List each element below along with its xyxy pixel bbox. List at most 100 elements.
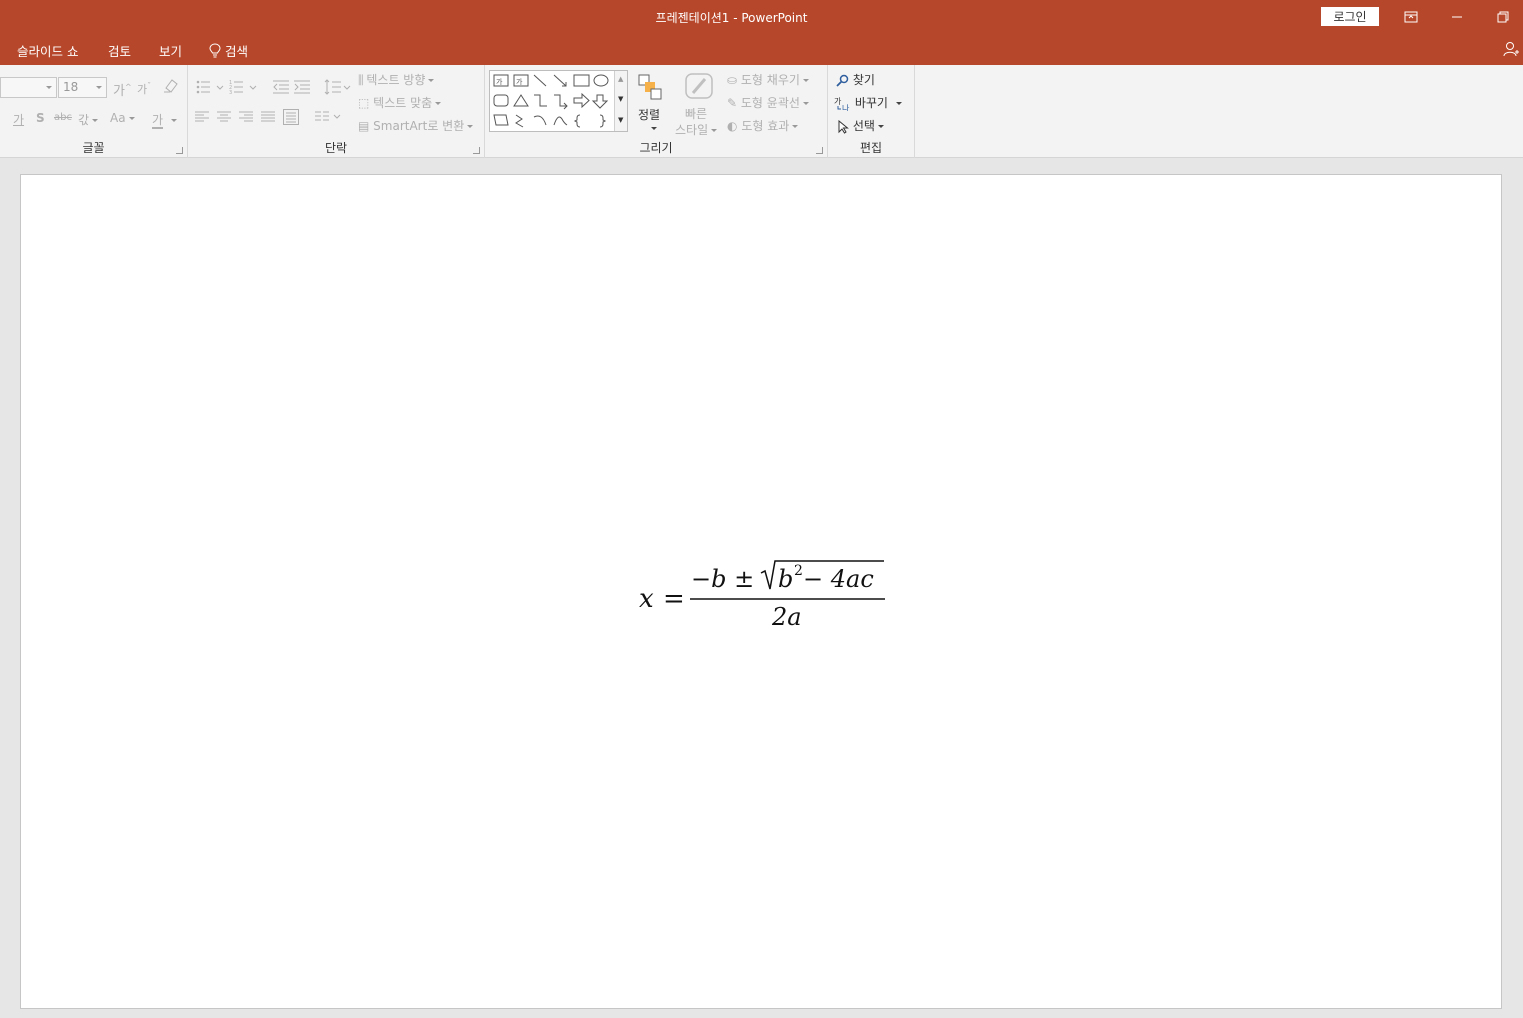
pen-icon: ✎ <box>727 96 738 110</box>
text-shadow-button[interactable]: S <box>36 111 45 125</box>
restore-icon <box>1497 11 1509 22</box>
font-size-dropdown-icon <box>96 86 102 89</box>
columns-icon[interactable] <box>315 111 343 123</box>
font-color-label: 가 <box>152 113 164 129</box>
tab-review[interactable]: 검토 <box>108 41 131 60</box>
character-spacing-label: 갃 <box>78 113 90 127</box>
minimize-icon <box>1452 16 1462 17</box>
ribbon: 18 가^ 가ˇ 가 S abc 갃 Aa 가 글꼴 123 ⫼ 텍스트 방향 … <box>0 65 1523 158</box>
font-name-combo[interactable] <box>0 77 57 98</box>
search-tell-me[interactable]: 검색 <box>209 41 248 60</box>
character-spacing-button[interactable]: 갃 <box>78 111 99 128</box>
align-left-icon[interactable] <box>195 111 209 123</box>
arrange-label: 정렬 <box>638 108 661 122</box>
quick-styles-label-line1: 빠른 <box>685 107 708 121</box>
gallery-down-icon[interactable]: ▼ <box>618 95 623 103</box>
lightbulb-icon <box>209 43 221 58</box>
font-color-button[interactable]: 가 <box>152 111 178 129</box>
login-button[interactable]: 로그인 <box>1321 7 1379 26</box>
decrease-indent-icon[interactable] <box>272 79 290 95</box>
quick-styles-button[interactable]: 빠른 스타일 <box>673 71 721 137</box>
tab-view[interactable]: 보기 <box>159 41 182 60</box>
shape-fill-label: 도형 채우기 <box>740 73 800 87</box>
grow-font-button[interactable]: 가^ <box>113 80 132 99</box>
paragraph-group: 123 ⫼ 텍스트 방향 ⬚ 텍스트 맞춤 ▤ SmartArt로 변환 단락 <box>188 65 485 158</box>
title-bar: 프레젠테이션1 - PowerPoint 로그인 <box>0 0 1523 33</box>
text-direction-icon: ⫼ <box>358 73 363 87</box>
cursor-arrow-icon <box>838 119 849 134</box>
align-text-icon: ⬚ <box>358 96 370 110</box>
drawing-group-label: 그리기 <box>639 141 673 155</box>
gallery-more-icon[interactable]: ▼ <box>618 116 623 124</box>
shape-outline-button[interactable]: ✎ 도형 윤곽선 <box>727 94 809 111</box>
find-label: 찾기 <box>852 73 875 87</box>
quadratic-formula[interactable]: x = −b ± b 2 − 4ac 2a <box>637 559 897 639</box>
tab-slideshow[interactable]: 슬라이드 쇼 <box>17 41 78 60</box>
gallery-up-icon[interactable]: ▲ <box>618 75 623 83</box>
restore-button[interactable] <box>1480 0 1523 33</box>
shrink-font-label: 가 <box>137 83 148 96</box>
change-case-button[interactable]: Aa <box>110 111 135 125</box>
font-size-value: 18 <box>63 80 79 94</box>
align-text-label: 텍스트 맞춤 <box>373 96 433 110</box>
font-group: 18 가^ 가ˇ 가 S abc 갃 Aa 가 글꼴 <box>0 65 188 158</box>
magnifier-icon <box>836 74 849 87</box>
paragraph-dialog-launcher[interactable] <box>473 147 480 154</box>
shrink-font-button[interactable]: 가ˇ <box>137 81 151 97</box>
clear-formatting-icon[interactable] <box>162 78 180 94</box>
convert-smartart-button[interactable]: ▤ SmartArt로 변환 <box>358 117 474 134</box>
minimize-button[interactable] <box>1434 0 1480 33</box>
equation-lhs: x <box>639 584 654 614</box>
ribbon-display-icon <box>1404 11 1418 22</box>
increase-indent-icon[interactable] <box>293 79 311 95</box>
equation-equals: = <box>663 584 685 614</box>
radicand-b: b <box>778 565 793 593</box>
grow-font-label: 가 <box>113 84 125 99</box>
search-label: 검색 <box>225 44 249 59</box>
svg-text:나: 나 <box>842 104 850 111</box>
numbering-icon[interactable]: 123 <box>229 79 259 95</box>
shapes-gallery[interactable]: 가 가 ▲ ▼ ▼ <box>489 70 628 132</box>
font-group-label: 글꼴 <box>82 141 105 155</box>
align-text-button[interactable]: ⬚ 텍스트 맞춤 <box>358 94 442 111</box>
change-case-label: Aa <box>110 111 126 125</box>
svg-text:가: 가 <box>496 77 503 86</box>
align-right-icon[interactable] <box>239 111 253 123</box>
font-size-combo[interactable]: 18 <box>58 77 107 98</box>
drawing-group: 가 가 ▲ ▼ ▼ 정렬 빠른 스타일 ⛀ 도형 채우기 ✎ 도형 윤곽선 ◐ … <box>485 65 828 158</box>
shape-effects-button[interactable]: ◐ 도형 효과 <box>727 117 799 134</box>
align-center-icon[interactable] <box>217 111 231 123</box>
justify-icon[interactable] <box>261 111 275 123</box>
italic-button[interactable]: 가 <box>13 111 24 128</box>
equation-numerator-prefix: −b ± <box>691 565 754 593</box>
paint-bucket-icon: ⛀ <box>727 73 738 87</box>
replace-button[interactable]: 가나 바꾸기 <box>834 94 902 113</box>
gallery-scrollbar[interactable]: ▲ ▼ ▼ <box>614 71 627 131</box>
quick-styles-label-line2-text: 스타일 <box>675 123 709 137</box>
font-dialog-launcher[interactable] <box>176 147 183 154</box>
distributed-icon[interactable] <box>283 109 299 125</box>
window-title: 프레젠테이션1 - PowerPoint <box>655 11 808 25</box>
drawing-dialog-launcher[interactable] <box>816 147 823 154</box>
smartart-icon: ▤ <box>358 119 370 133</box>
text-direction-label: 텍스트 방향 <box>366 73 426 87</box>
slide-canvas[interactable]: x = −b ± b 2 − 4ac 2a <box>20 174 1502 1009</box>
font-name-dropdown-icon <box>46 86 52 89</box>
equation-denominator: 2a <box>771 603 802 631</box>
shape-outline-label: 도형 윤곽선 <box>740 96 800 110</box>
share-user-icon[interactable] <box>1503 41 1519 57</box>
svg-text:3: 3 <box>229 90 232 95</box>
arrange-icon <box>638 74 662 100</box>
find-button[interactable]: 찾기 <box>836 71 875 88</box>
ribbon-display-options-button[interactable] <box>1388 0 1434 33</box>
select-button[interactable]: 선택 <box>838 117 884 134</box>
bullets-icon[interactable] <box>196 79 226 95</box>
text-direction-button[interactable]: ⫼ 텍스트 방향 <box>358 71 435 88</box>
arrange-button[interactable]: 정렬 <box>633 71 669 137</box>
shape-fill-button[interactable]: ⛀ 도형 채우기 <box>727 71 809 88</box>
svg-text:가: 가 <box>834 97 842 106</box>
smartart-label: SmartArt로 변환 <box>373 119 465 133</box>
shapes-gallery-icons: 가 가 <box>493 74 609 128</box>
line-spacing-icon[interactable] <box>324 79 352 95</box>
strikethrough-button[interactable]: abc <box>54 112 72 123</box>
